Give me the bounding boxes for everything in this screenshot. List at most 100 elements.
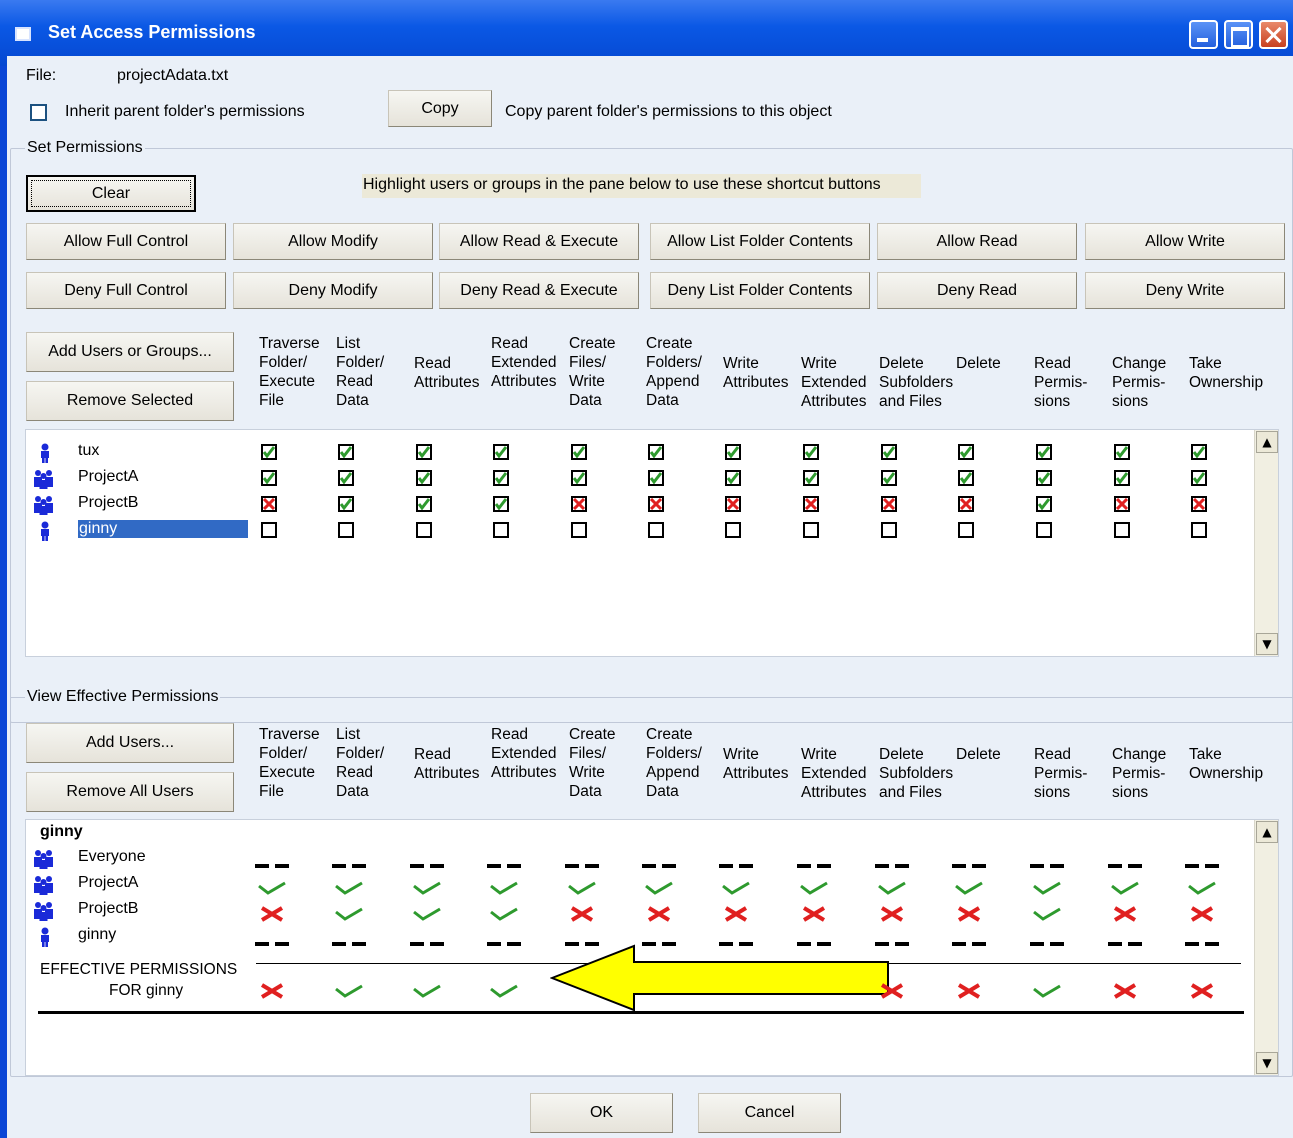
deny-button[interactable]: Deny Read xyxy=(877,272,1077,309)
allow-checkbox[interactable] xyxy=(958,444,974,460)
effective-column-header: Write Extended Attributes xyxy=(801,745,867,801)
allow-checkbox[interactable] xyxy=(881,444,897,460)
allow-button[interactable]: Allow Read xyxy=(877,223,1077,260)
allow-checkbox[interactable] xyxy=(958,470,974,486)
empty-checkbox[interactable] xyxy=(261,522,277,538)
dash-icon xyxy=(332,930,366,950)
allow-checkbox[interactable] xyxy=(493,470,509,486)
remove-selected-button[interactable]: Remove Selected xyxy=(26,381,234,421)
allow-checkbox[interactable] xyxy=(571,470,587,486)
allow-checkbox[interactable] xyxy=(416,470,432,486)
deny-checkbox[interactable] xyxy=(725,496,741,512)
minimize-button[interactable] xyxy=(1189,20,1218,49)
add-users-button[interactable]: Add Users... xyxy=(26,723,234,763)
scroll-down-icon[interactable]: ▼ xyxy=(1256,1052,1278,1074)
empty-checkbox[interactable] xyxy=(958,522,974,538)
empty-checkbox[interactable] xyxy=(1114,522,1130,538)
allow-checkbox[interactable] xyxy=(725,444,741,460)
deny-button[interactable]: Deny Read & Execute xyxy=(439,272,639,309)
empty-checkbox[interactable] xyxy=(1036,522,1052,538)
deny-checkbox[interactable] xyxy=(261,496,277,512)
set-permissions-pane[interactable]: ▲ ▼ tux ProjectA ProjectB ginny xyxy=(25,429,1279,657)
add-users-or-groups-button[interactable]: Add Users or Groups... xyxy=(26,332,234,372)
scroll-up-icon[interactable]: ▲ xyxy=(1256,431,1278,453)
deny-button[interactable]: Deny Full Control xyxy=(26,272,226,309)
empty-checkbox[interactable] xyxy=(648,522,664,538)
deny-checkbox[interactable] xyxy=(958,496,974,512)
effective-row-name: Everyone xyxy=(78,848,146,865)
empty-checkbox[interactable] xyxy=(338,522,354,538)
ok-button[interactable]: OK xyxy=(530,1093,673,1133)
allow-button[interactable]: Allow Read & Execute xyxy=(439,223,639,260)
close-button[interactable] xyxy=(1259,20,1288,49)
effective-pane-scrollbar[interactable]: ▲ ▼ xyxy=(1254,820,1278,1075)
deny-button[interactable]: Deny Write xyxy=(1085,272,1285,309)
allow-checkbox[interactable] xyxy=(803,444,819,460)
set-column-header: Read Extended Attributes xyxy=(491,335,557,390)
scroll-down-icon[interactable]: ▼ xyxy=(1256,633,1278,655)
empty-checkbox[interactable] xyxy=(493,522,509,538)
allow-checkbox[interactable] xyxy=(1114,444,1130,460)
check-icon xyxy=(642,878,676,898)
allow-checkbox[interactable] xyxy=(648,470,664,486)
deny-button[interactable]: Deny Modify xyxy=(233,272,433,309)
deny-checkbox[interactable] xyxy=(1114,496,1130,512)
empty-checkbox[interactable] xyxy=(725,522,741,538)
allow-checkbox[interactable] xyxy=(338,496,354,512)
empty-checkbox[interactable] xyxy=(881,522,897,538)
copy-button[interactable]: Copy xyxy=(388,90,492,127)
deny-checkbox[interactable] xyxy=(648,496,664,512)
scroll-up-icon[interactable]: ▲ xyxy=(1256,821,1278,843)
empty-checkbox[interactable] xyxy=(416,522,432,538)
clear-button[interactable]: Clear xyxy=(26,175,196,212)
allow-checkbox[interactable] xyxy=(1036,470,1052,486)
deny-button[interactable]: Deny List Folder Contents xyxy=(650,272,870,309)
allow-button[interactable]: Allow Write xyxy=(1085,223,1285,260)
set-column-header: Write Attributes xyxy=(723,354,789,391)
allow-checkbox[interactable] xyxy=(416,444,432,460)
set-row-name[interactable]: ProjectA xyxy=(78,468,138,486)
cancel-button[interactable]: Cancel xyxy=(698,1093,841,1133)
allow-checkbox[interactable] xyxy=(803,470,819,486)
allow-checkbox[interactable] xyxy=(725,470,741,486)
user-icon xyxy=(38,443,62,463)
allow-button[interactable]: Allow List Folder Contents xyxy=(650,223,870,260)
allow-checkbox[interactable] xyxy=(1036,496,1052,512)
allow-checkbox[interactable] xyxy=(261,444,277,460)
set-row-name[interactable]: tux xyxy=(78,442,99,460)
allow-checkbox[interactable] xyxy=(881,470,897,486)
empty-checkbox[interactable] xyxy=(1191,522,1207,538)
allow-button[interactable]: Allow Modify xyxy=(233,223,433,260)
allow-checkbox[interactable] xyxy=(416,496,432,512)
set-column-header: Create Files/ Write Data xyxy=(569,335,616,409)
deny-checkbox[interactable] xyxy=(803,496,819,512)
group-icon xyxy=(32,849,56,869)
allow-checkbox[interactable] xyxy=(1036,444,1052,460)
empty-checkbox[interactable] xyxy=(803,522,819,538)
effective-permissions-pane[interactable]: ginny EFFECTIVE PERMISSIONS FOR ginny ▲ … xyxy=(25,819,1279,1076)
allow-checkbox[interactable] xyxy=(571,444,587,460)
allow-checkbox[interactable] xyxy=(493,496,509,512)
allow-checkbox[interactable] xyxy=(1191,444,1207,460)
deny-checkbox[interactable] xyxy=(571,496,587,512)
deny-checkbox[interactable] xyxy=(1191,496,1207,512)
allow-checkbox[interactable] xyxy=(338,470,354,486)
group-icon xyxy=(32,901,56,921)
allow-checkbox[interactable] xyxy=(493,444,509,460)
set-pane-scrollbar[interactable]: ▲ ▼ xyxy=(1254,430,1278,656)
inherit-checkbox[interactable] xyxy=(30,104,47,121)
allow-checkbox[interactable] xyxy=(1114,470,1130,486)
deny-checkbox[interactable] xyxy=(881,496,897,512)
allow-checkbox[interactable] xyxy=(1191,470,1207,486)
set-row-name[interactable]: ProjectB xyxy=(78,494,138,512)
empty-checkbox[interactable] xyxy=(571,522,587,538)
allow-checkbox[interactable] xyxy=(338,444,354,460)
remove-all-users-button[interactable]: Remove All Users xyxy=(26,772,234,812)
cross-icon xyxy=(952,904,986,924)
allow-checkbox[interactable] xyxy=(261,470,277,486)
dash-icon xyxy=(255,852,289,872)
maximize-button[interactable] xyxy=(1224,20,1253,49)
allow-button[interactable]: Allow Full Control xyxy=(26,223,226,260)
set-row-name[interactable]: ginny xyxy=(78,520,248,538)
allow-checkbox[interactable] xyxy=(648,444,664,460)
